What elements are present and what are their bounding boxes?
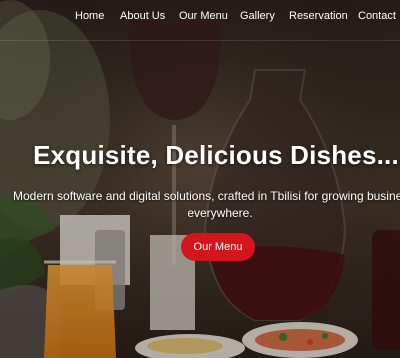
hero-subtitle-line-1: Modern software and digital solutions, c… [13, 189, 400, 203]
our-menu-button[interactable]: Our Menu [181, 233, 255, 261]
nav-item-about-us[interactable]: About Us [120, 10, 165, 22]
nav-divider [0, 40, 400, 41]
nav-item-reservation[interactable]: Reservation [289, 10, 348, 22]
main-navigation: Home About Us Our Menu Gallery Reservati… [0, 0, 400, 34]
hero-subtitle-line-2: everywhere. [187, 206, 253, 220]
hero-subtitle: Modern software and digital solutions, c… [0, 188, 400, 222]
nav-item-gallery[interactable]: Gallery [240, 10, 275, 22]
nav-item-our-menu[interactable]: Our Menu [179, 10, 228, 22]
nav-item-home[interactable]: Home [75, 10, 104, 22]
hero-title: Exquisite, Delicious Dishes... [33, 140, 399, 170]
hero-section: Home About Us Our Menu Gallery Reservati… [0, 0, 400, 358]
hero-overlay [0, 0, 400, 358]
nav-item-contact[interactable]: Contact [358, 10, 396, 22]
